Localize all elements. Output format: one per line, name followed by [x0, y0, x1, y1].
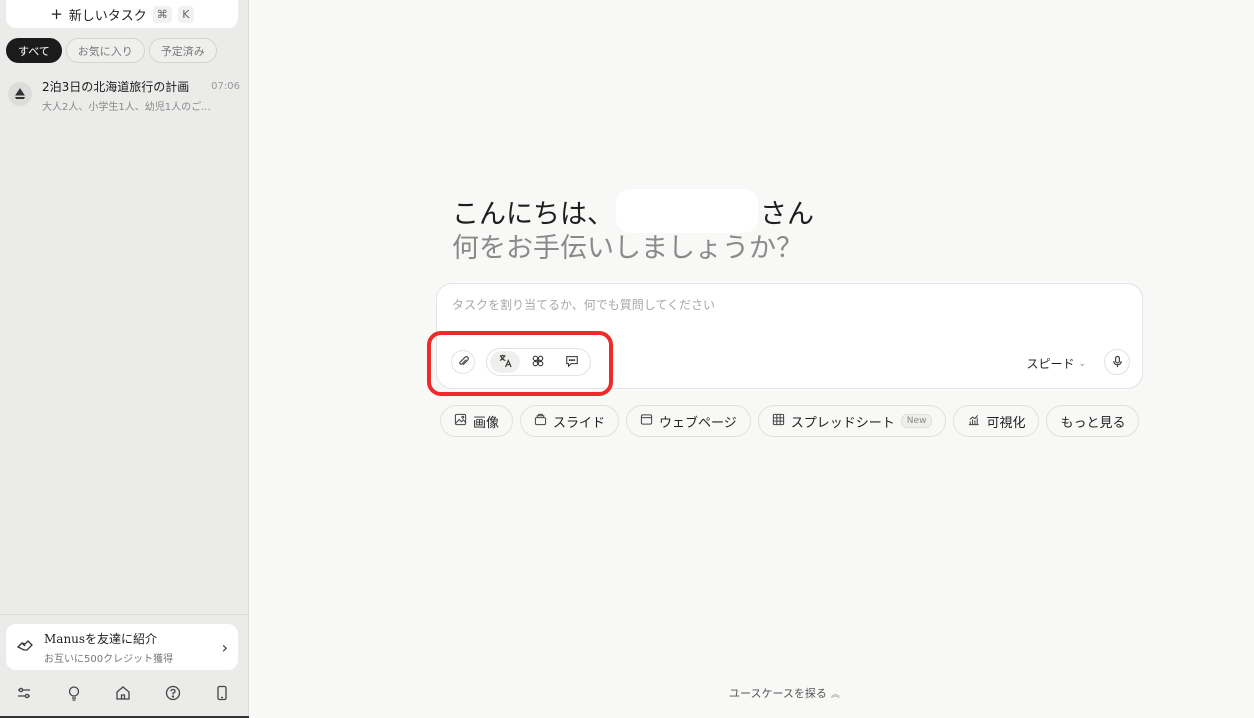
greeting-suffix: さん — [760, 198, 814, 230]
webpage-icon — [640, 413, 653, 430]
greeting-question: 何をお手伝いしましょうか？ — [452, 233, 803, 264]
new-task-button[interactable]: + 新しいタスク ⌘ K — [6, 0, 238, 28]
quick-image-label: 画像 — [473, 415, 500, 431]
task-title: 2泊3日の北海道旅行の計画 — [42, 80, 190, 94]
new-task-label: 新しいタスク — [68, 8, 147, 24]
lightbulb-icon[interactable] — [64, 683, 84, 703]
home-icon[interactable] — [113, 683, 133, 703]
quick-image-button[interactable]: 画像 — [440, 405, 514, 437]
image-icon — [454, 413, 467, 430]
invite-subtitle: お互いに500クレジット獲得 — [44, 653, 174, 665]
task-subtitle: 大人2人、小学生1人、幼児1人のご... — [42, 102, 211, 113]
shortcut-cmd-key: ⌘ — [152, 5, 172, 23]
sidebar-footer-icons — [14, 683, 232, 703]
invite-friends-card[interactable]: Manusを友達に紹介 お互いに500クレジット獲得 › — [6, 624, 238, 670]
plus-icon: + — [50, 4, 63, 23]
filter-favorites[interactable]: お気に入り — [65, 38, 145, 63]
invite-title: Manusを友達に紹介 — [44, 631, 158, 646]
slides-icon — [534, 413, 547, 430]
explore-label: ユースケースを探る — [729, 687, 827, 700]
spreadsheet-icon — [772, 413, 785, 430]
help-icon[interactable] — [163, 683, 183, 703]
task-input[interactable] — [452, 298, 1052, 312]
connectors-button[interactable] — [523, 351, 553, 373]
quick-visualize-button[interactable]: 可視化 — [953, 405, 1040, 437]
redacted-username — [616, 189, 758, 233]
quick-visualize-label: 可視化 — [986, 415, 1026, 431]
chat-icon — [565, 353, 579, 372]
quick-slides-button[interactable]: スライド — [520, 405, 620, 437]
connectors-icon — [531, 353, 545, 372]
paperclip-icon — [457, 353, 470, 372]
chart-icon — [967, 413, 980, 430]
sidebar: + 新しいタスク ⌘ K すべて お気に入り 予定済み 2泊3日の北海道旅行の計… — [0, 0, 249, 718]
speed-mode-dropdown[interactable]: スピード ⌄ — [1026, 355, 1086, 372]
quick-webpage-label: ウェブページ — [659, 415, 737, 431]
speed-mode-label: スピード — [1026, 357, 1075, 371]
quick-spreadsheet-button[interactable]: スプレッドシート New — [757, 405, 947, 437]
filter-scheduled[interactable]: 予定済み — [148, 38, 217, 63]
translate-button[interactable] — [490, 351, 521, 373]
task-time: 07:06 — [211, 81, 240, 92]
quick-slides-label: スライド — [553, 415, 606, 431]
ship-icon — [8, 82, 32, 106]
quick-more-button[interactable]: もっと見る — [1046, 405, 1140, 437]
chevron-right-icon: › — [221, 637, 228, 657]
sliders-icon[interactable] — [14, 683, 34, 703]
quick-more-label: もっと見る — [1060, 415, 1126, 431]
sidebar-divider — [0, 614, 249, 615]
task-composer: スピード ⌄ — [436, 283, 1143, 389]
microphone-icon — [1111, 353, 1124, 372]
handshake-icon — [16, 636, 34, 658]
new-badge: New — [900, 414, 933, 428]
chat-mode-button[interactable] — [557, 351, 587, 373]
tool-group — [486, 348, 591, 376]
microphone-button[interactable] — [1104, 349, 1130, 375]
greeting-prefix: こんにちは、 — [452, 198, 614, 230]
mobile-icon[interactable] — [212, 683, 232, 703]
filter-all[interactable]: すべて — [6, 38, 62, 63]
double-chevron-up-icon: ︽ — [830, 689, 840, 700]
quick-webpage-button[interactable]: ウェブページ — [626, 405, 751, 437]
explore-use-cases-link[interactable]: ユースケースを探る ︽ — [729, 685, 840, 701]
chevron-down-icon: ⌄ — [1078, 358, 1086, 369]
task-list-item[interactable]: 2泊3日の北海道旅行の計画 07:06 大人2人、小学生1人、幼児1人のご... — [8, 78, 240, 114]
translate-icon — [498, 353, 513, 372]
greeting: こんにちは、 さん 何をお手伝いしましょうか？ — [452, 189, 814, 268]
quick-spreadsheet-label: スプレッドシート — [790, 415, 895, 431]
task-filters: すべて お気に入り 予定済み — [6, 38, 217, 63]
quick-actions: 画像 スライド ウェブページ スプレッドシート New 可視化 もっと見る — [440, 405, 1140, 437]
shortcut-k-key: K — [177, 5, 194, 23]
attach-button[interactable] — [451, 350, 475, 374]
